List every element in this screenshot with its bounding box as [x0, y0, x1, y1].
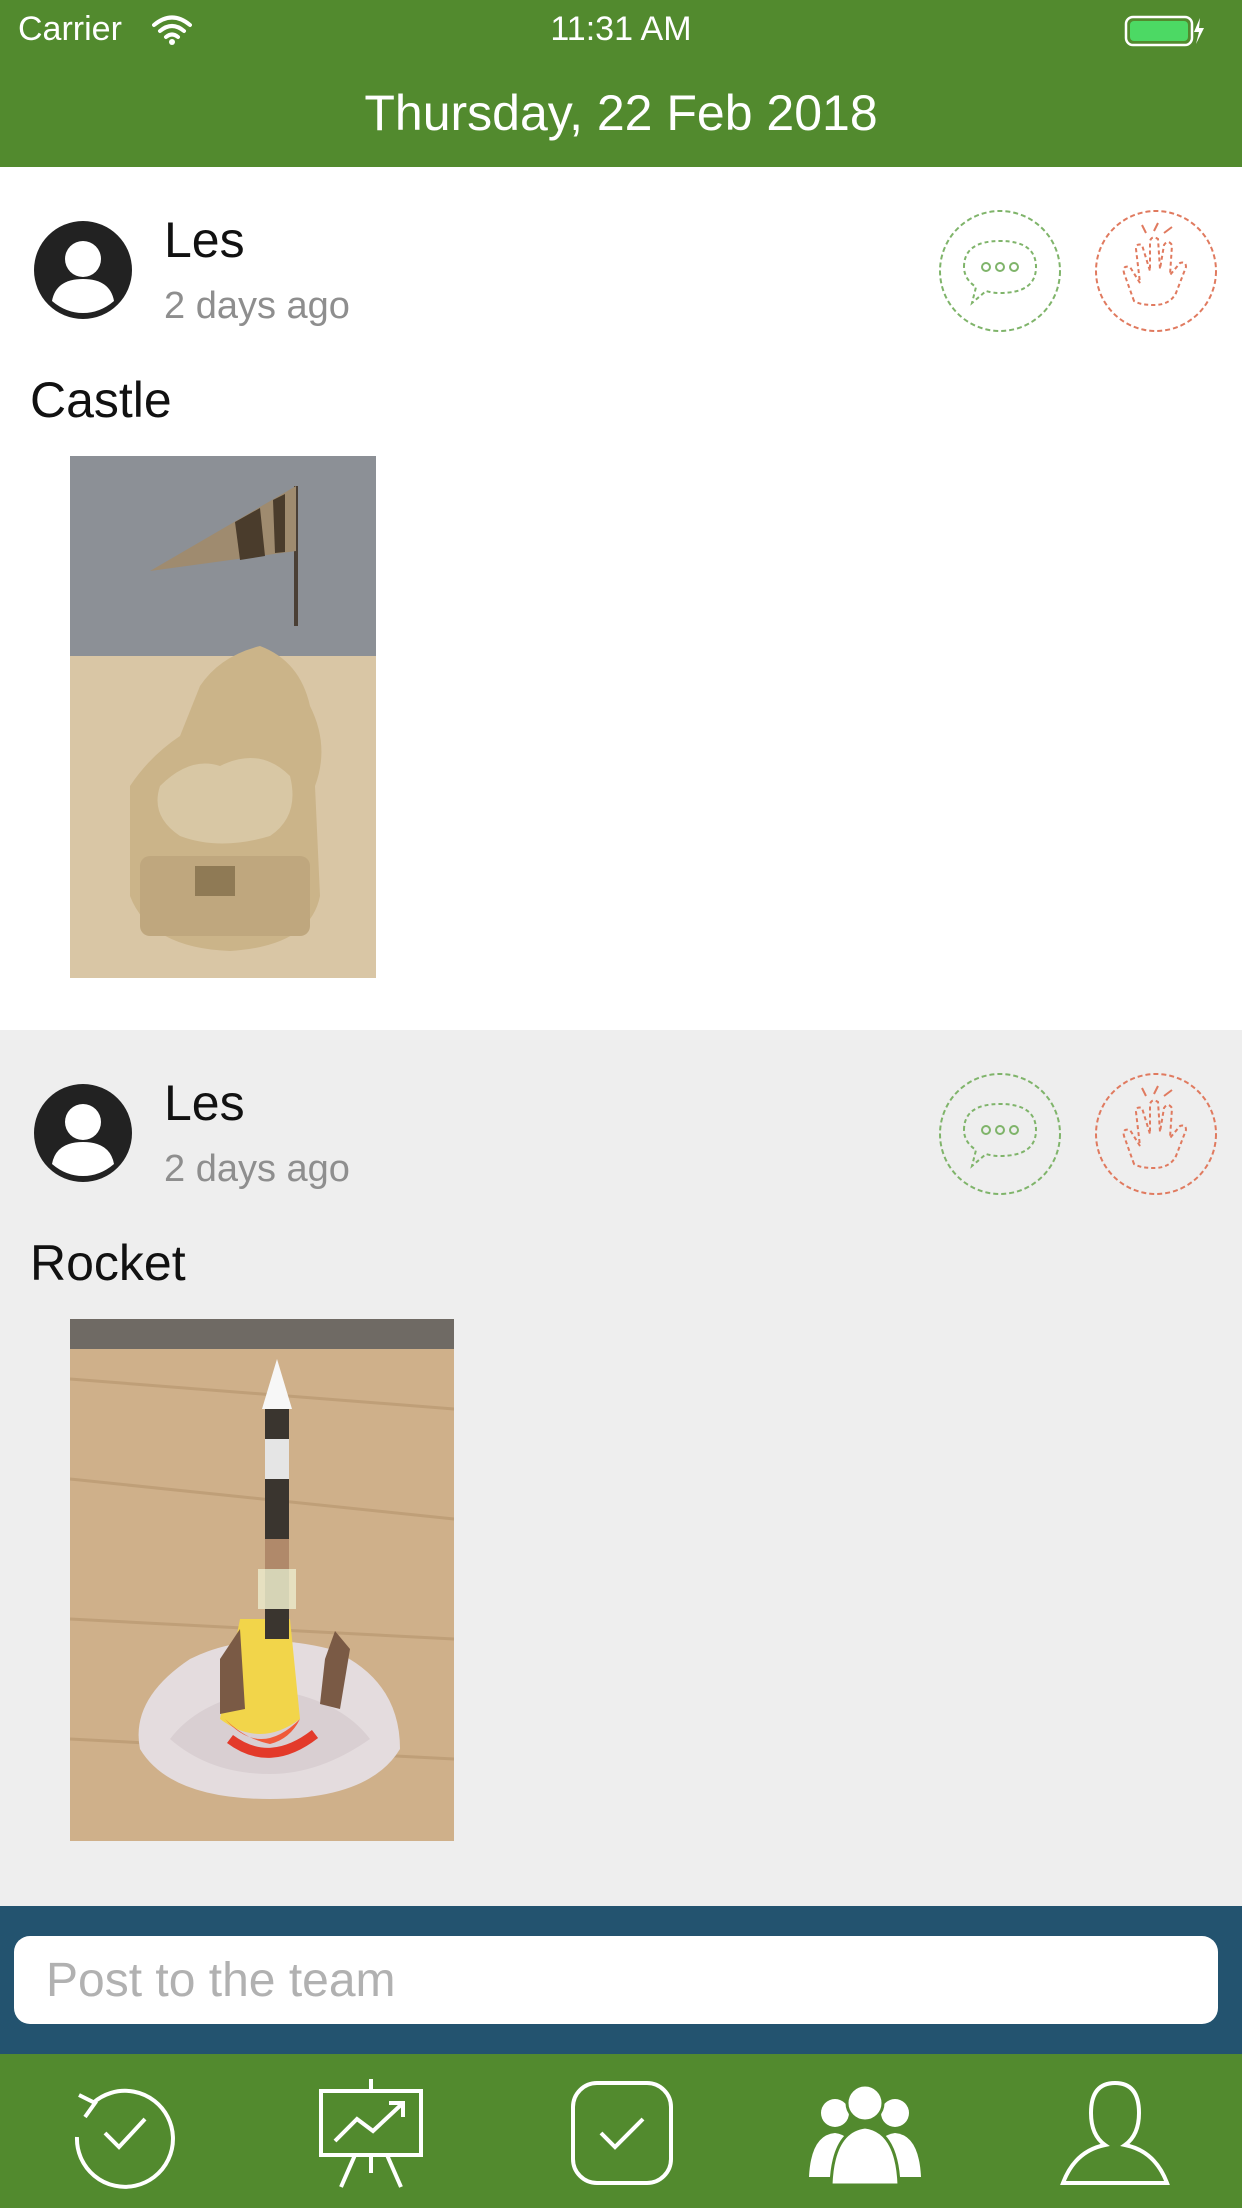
app-header: Carrier 11:31 AM Thursday, 22 Feb 2018 [0, 0, 1242, 167]
post-author[interactable]: Les [164, 211, 245, 269]
history-icon [74, 2088, 175, 2189]
post-author[interactable]: Les [164, 1074, 245, 1132]
tab-history[interactable] [58, 2068, 188, 2198]
tab-presentation[interactable] [306, 2068, 436, 2198]
tab-bar [0, 2054, 1242, 2208]
tab-tasks[interactable] [556, 2068, 686, 2198]
tab-team[interactable] [800, 2068, 930, 2198]
post-composer [0, 1906, 1242, 2054]
post-timestamp: 2 days ago [164, 285, 350, 327]
feed-post: Les 2 days ago Rocket [0, 1030, 1242, 1906]
status-bar: Carrier 11:31 AM [0, 0, 1242, 62]
post-timestamp: 2 days ago [164, 1148, 350, 1190]
profile-icon [1060, 2080, 1170, 2185]
clap-icon[interactable] [1094, 1072, 1218, 1196]
tab-profile[interactable] [1050, 2068, 1180, 2198]
page-title: Thursday, 22 Feb 2018 [364, 85, 878, 141]
post-caption: Castle [30, 372, 172, 428]
team-icon [809, 2083, 921, 2187]
castle-photo[interactable] [70, 456, 376, 978]
presentation-chart-icon [319, 2079, 423, 2188]
status-time: 11:31 AM [550, 10, 692, 48]
checkbox-icon [571, 2081, 673, 2185]
battery-charging-icon [1124, 15, 1204, 47]
clap-icon[interactable] [1094, 209, 1218, 333]
post-caption: Rocket [30, 1235, 186, 1291]
post-input[interactable] [14, 1936, 1218, 2024]
rocket-photo[interactable] [70, 1319, 454, 1841]
comment-icon[interactable] [938, 209, 1062, 333]
feed-post: Les 2 days ago Castle [0, 167, 1242, 1030]
avatar-icon[interactable] [34, 221, 132, 319]
avatar-icon[interactable] [34, 1084, 132, 1182]
comment-icon[interactable] [938, 1072, 1062, 1196]
